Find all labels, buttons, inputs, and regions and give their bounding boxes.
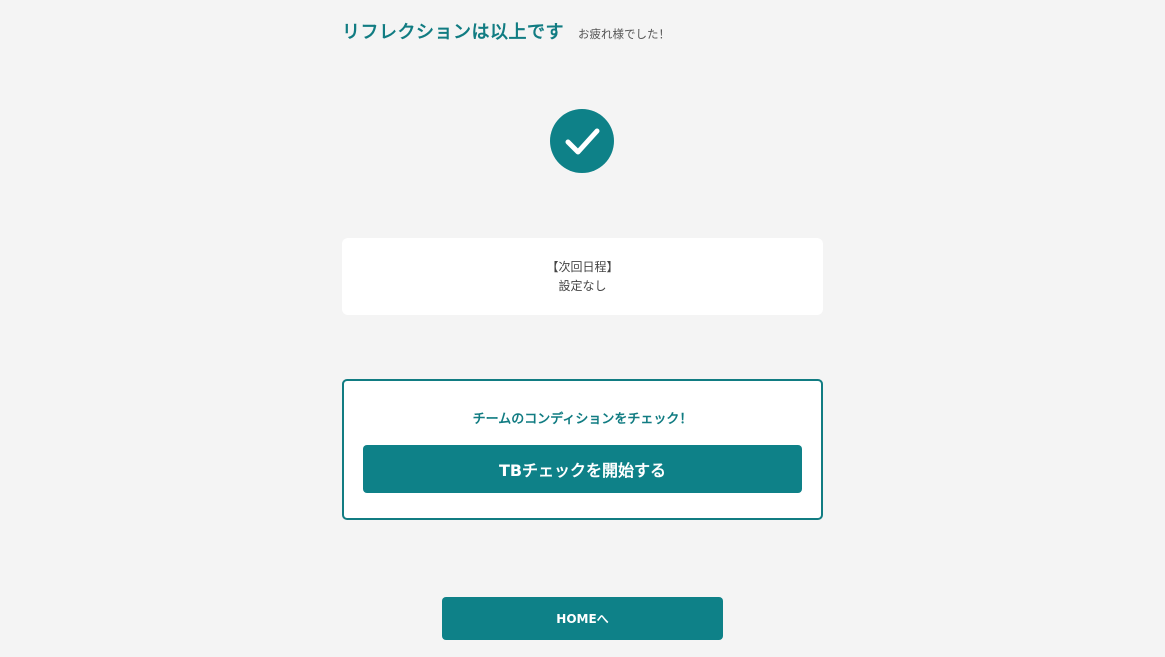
page-title: リフレクションは以上です xyxy=(342,22,564,43)
checkmark-icon xyxy=(565,128,600,155)
next-schedule-card: 【次回日程】 設定なし xyxy=(342,238,823,315)
team-check-card: チームのコンディションをチェック！ TBチェックを開始する xyxy=(342,379,823,520)
reflection-complete-page: リフレクションは以上です お疲れ様でした！ 【次回日程】 設定なし チームのコン… xyxy=(0,0,1165,657)
team-check-heading: チームのコンディションをチェック！ xyxy=(472,412,693,427)
check-circle-icon xyxy=(550,109,614,173)
page-subtitle: お疲れ様でした！ xyxy=(578,27,670,41)
home-button[interactable]: HOMEへ xyxy=(442,597,723,640)
start-tb-check-button[interactable]: TBチェックを開始する xyxy=(363,445,802,493)
next-schedule-value: 設定なし xyxy=(558,279,607,293)
page-header: リフレクションは以上です お疲れ様でした！ xyxy=(342,18,670,44)
next-schedule-label: 【次回日程】 xyxy=(546,260,619,274)
